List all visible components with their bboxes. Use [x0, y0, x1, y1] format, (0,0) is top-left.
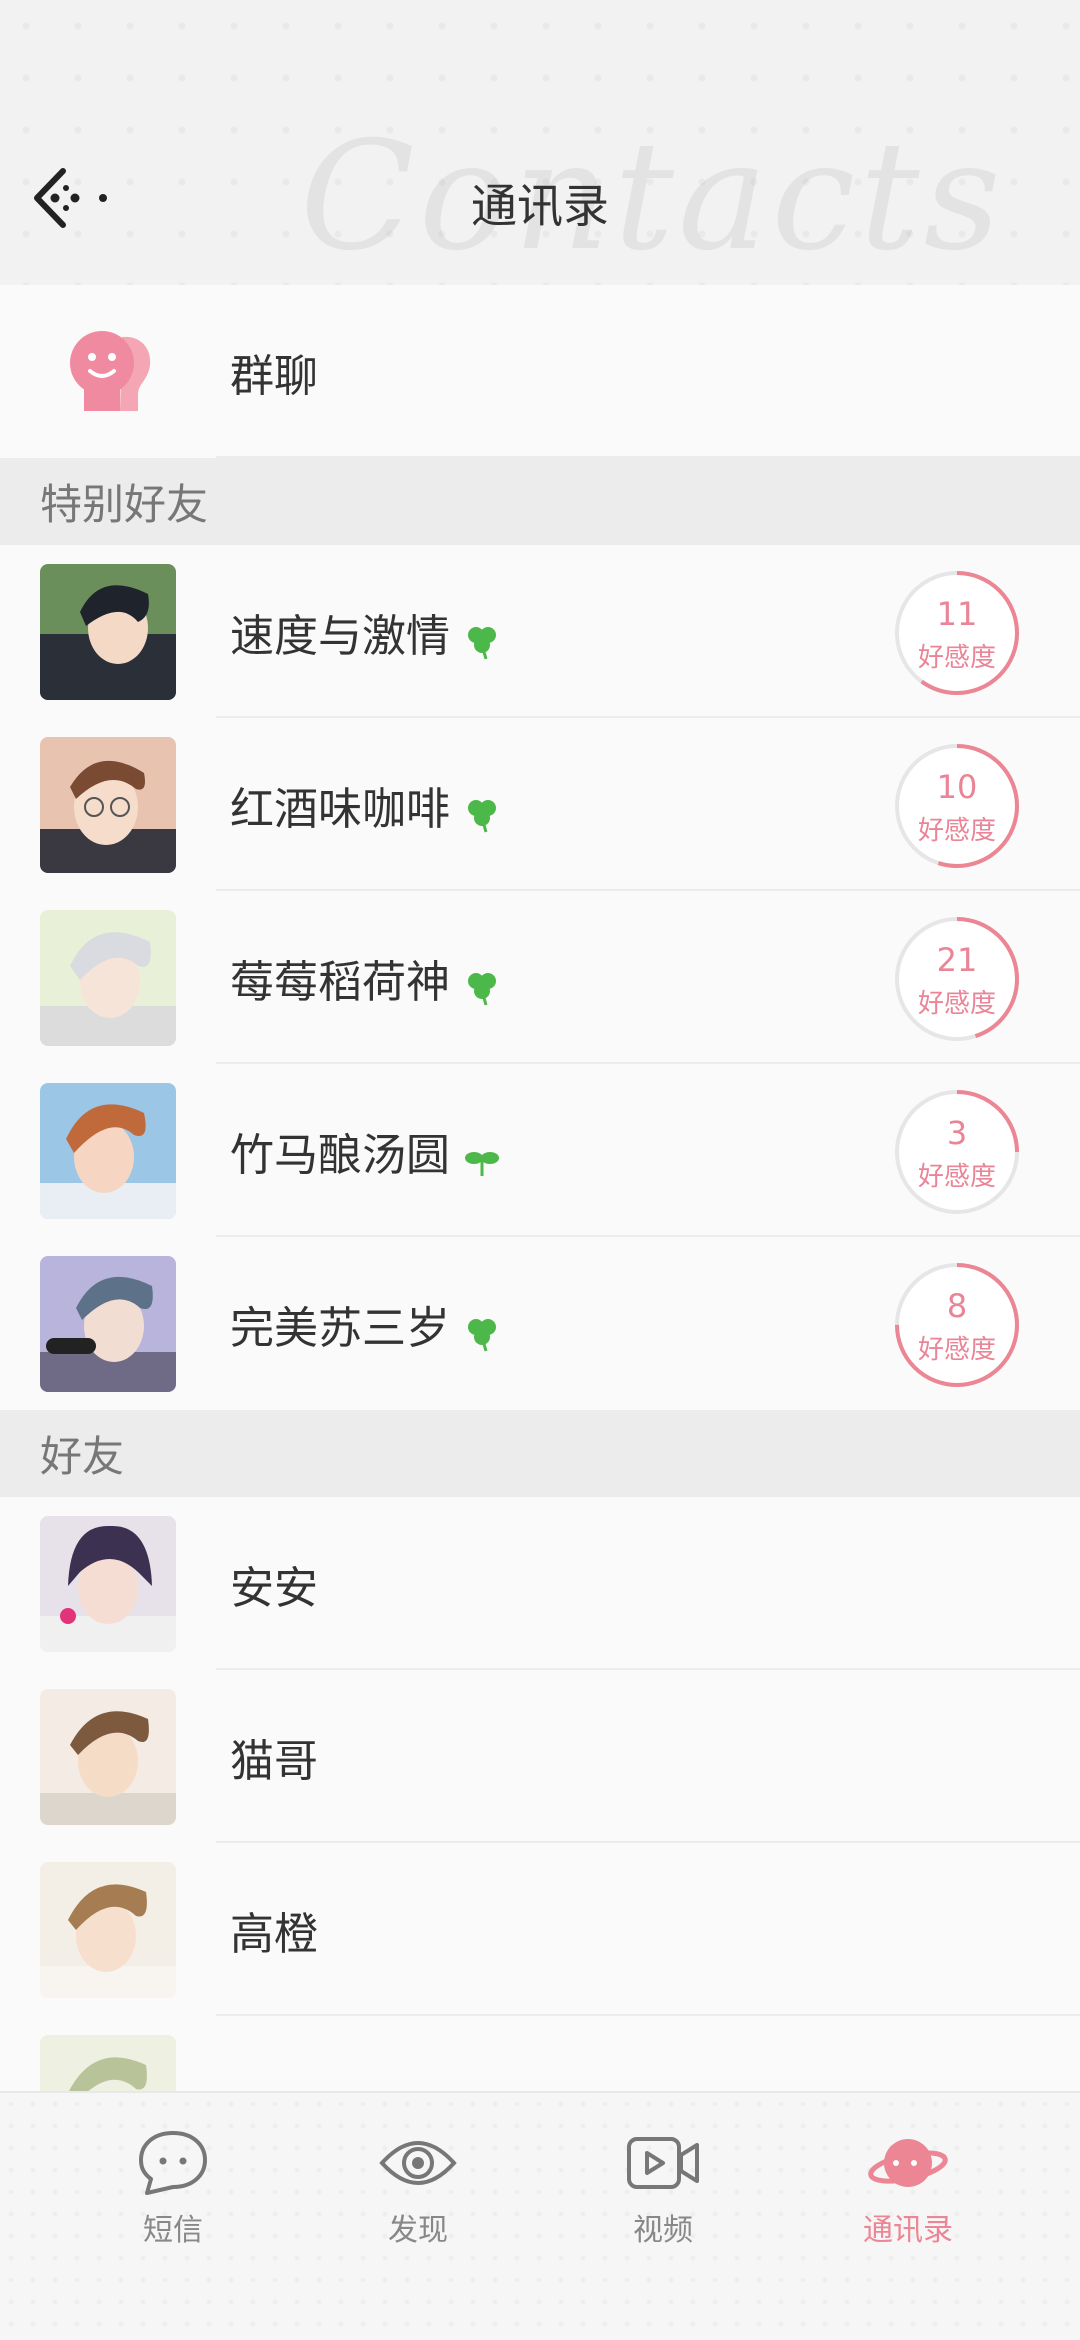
- nav-label: 视频: [633, 2213, 693, 2248]
- affinity-badge: 8 好感度: [893, 1261, 1021, 1389]
- contact-row-special-4[interactable]: 完美苏三岁 8 好感度: [0, 1237, 1080, 1410]
- avatar: [40, 564, 176, 700]
- video-icon: [627, 2137, 699, 2189]
- affinity-value: 10: [936, 768, 978, 806]
- contact-name: 莓莓稻荷神: [230, 956, 450, 1008]
- bottom-nav: 短信 发现 视频 通讯录: [0, 2091, 1080, 2340]
- affinity-label: 好感度: [917, 989, 996, 1019]
- message-icon: [139, 2131, 207, 2195]
- group-chat-label: 群聊: [230, 350, 318, 402]
- contact-row-special-1[interactable]: 红酒味咖啡 10 好感度: [0, 718, 1080, 891]
- page-title: 通讯录: [471, 179, 609, 233]
- contact-row-special-3[interactable]: 竹马酿汤圆 3 好感度: [0, 1064, 1080, 1237]
- affinity-label: 好感度: [917, 1162, 996, 1192]
- avatar: [40, 2035, 176, 2091]
- clover-icon: [468, 1318, 496, 1351]
- avatar: [40, 1862, 176, 1998]
- header: Contacts 通讯录: [0, 0, 1080, 285]
- avatar: [40, 910, 176, 1046]
- nav-label: 通讯录: [863, 2213, 953, 2248]
- avatar: [40, 1083, 176, 1219]
- contact-name: 高橙: [230, 1908, 318, 1960]
- contact-row-special-0[interactable]: 速度与激情 11 好感度: [0, 545, 1080, 718]
- contact-name-container: 完美苏三岁: [230, 1237, 502, 1410]
- contact-name: 完美苏三岁: [230, 1302, 450, 1354]
- nav-item-video[interactable]: 视频: [563, 2127, 763, 2257]
- clover-icon: [468, 799, 496, 832]
- section-header-friends: 好友: [0, 1410, 1080, 1497]
- contact-name-container: 速度与激情: [230, 545, 502, 718]
- contact-name: 竹马酿汤圆: [230, 1129, 450, 1181]
- affinity-label: 好感度: [917, 643, 996, 673]
- nav-item-contacts[interactable]: 通讯录: [808, 2127, 1008, 2257]
- contact-name-container: 红酒味咖啡: [230, 718, 502, 891]
- affinity-value: 3: [946, 1114, 968, 1152]
- planet-icon: [868, 2139, 948, 2187]
- affinity-badge: 3 好感度: [893, 1088, 1021, 1216]
- contact-row-friend-0[interactable]: 安安: [0, 1497, 1080, 1670]
- eye-icon: [379, 2141, 457, 2185]
- affinity-badge: 21 好感度: [893, 915, 1021, 1043]
- contact-name-container: 莓莓稻荷神: [230, 891, 502, 1064]
- affinity-badge: 10 好感度: [893, 742, 1021, 870]
- contact-row-friend-1[interactable]: 猫哥: [0, 1670, 1080, 1843]
- nav-label: 发现: [388, 2213, 448, 2248]
- sprout-icon: [465, 1151, 499, 1176]
- avatar: [40, 1256, 176, 1392]
- contact-name: 郝帅: [230, 2040, 318, 2091]
- avatar: [40, 1516, 176, 1652]
- nav-item-messages[interactable]: 短信: [73, 2127, 273, 2257]
- group-chat-icon: [70, 331, 151, 411]
- group-chat-row[interactable]: 群聊: [0, 285, 1080, 458]
- affinity-value: 11: [936, 595, 978, 633]
- avatar: [40, 1689, 176, 1825]
- contact-name: 安安: [230, 1562, 318, 1614]
- contact-name-container: 竹马酿汤圆: [230, 1064, 502, 1237]
- section-header-special-friends: 特别好友: [0, 458, 1080, 545]
- affinity-label: 好感度: [917, 816, 996, 846]
- affinity-value: 21: [936, 941, 978, 979]
- nav-item-discover[interactable]: 发现: [318, 2127, 518, 2257]
- contact-name: 速度与激情: [230, 610, 450, 662]
- contact-row-friend-2[interactable]: 高橙: [0, 1843, 1080, 2016]
- contact-row-special-2[interactable]: 莓莓稻荷神 21 好感度: [0, 891, 1080, 1064]
- contact-name: 红酒味咖啡: [230, 783, 450, 835]
- nav-label: 短信: [143, 2213, 203, 2248]
- clover-icon: [468, 626, 496, 659]
- affinity-value: 8: [946, 1287, 968, 1325]
- contact-name: 猫哥: [230, 1735, 318, 1787]
- contact-row-friend-3[interactable]: 郝帅: [0, 2016, 1080, 2091]
- affinity-label: 好感度: [917, 1335, 996, 1365]
- clover-icon: [468, 972, 496, 1005]
- avatar: [40, 737, 176, 873]
- affinity-badge: 11 好感度: [893, 569, 1021, 697]
